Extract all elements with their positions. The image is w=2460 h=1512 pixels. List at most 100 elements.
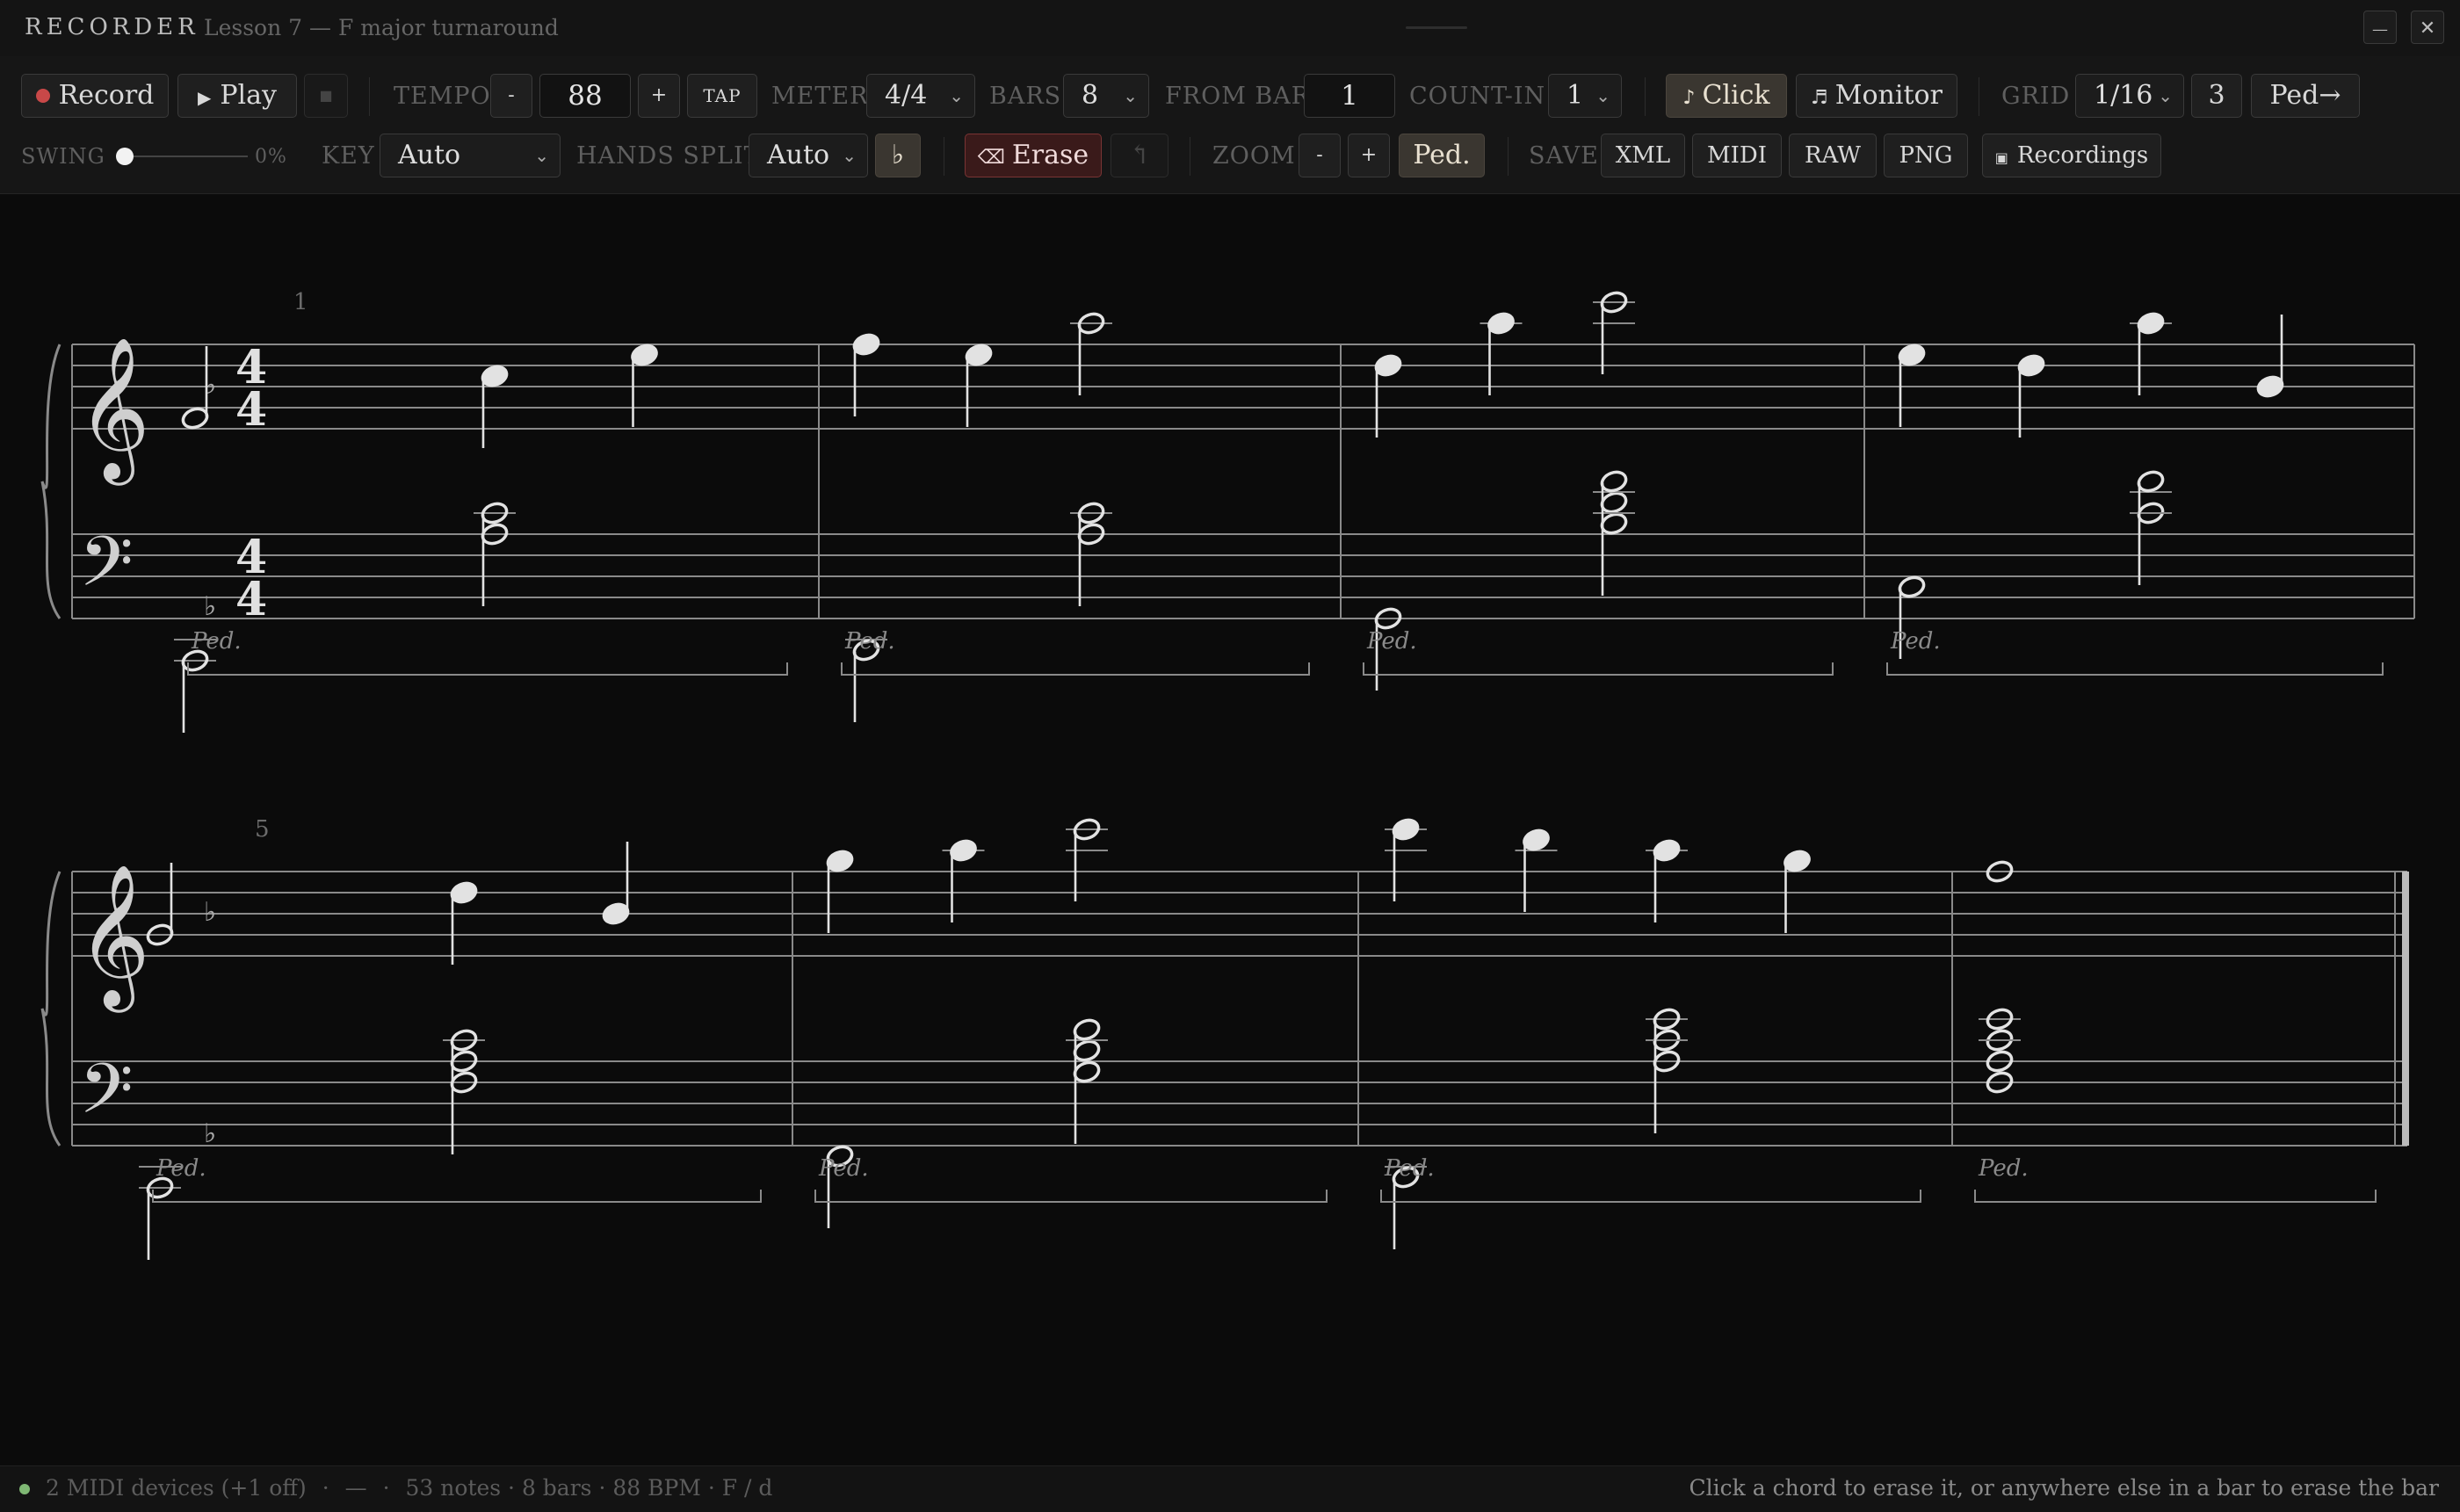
notehead bbox=[1898, 344, 1926, 366]
pedal-bracket bbox=[1886, 662, 2384, 676]
treble-clef-icon: 𝄞 bbox=[77, 336, 150, 486]
stop-button[interactable]: ■ bbox=[304, 74, 348, 118]
save-label: SAVE bbox=[1529, 142, 1599, 170]
measure: Ped. bbox=[1974, 860, 2377, 1203]
notehead bbox=[1073, 1018, 1101, 1041]
score-system: 𝄞𝄢♭♭44441Ped. Ped. Ped. Ped. bbox=[40, 289, 2415, 733]
notehead bbox=[1487, 312, 1515, 335]
from-bar-input[interactable]: 1 bbox=[1304, 74, 1395, 118]
png-label: PNG bbox=[1899, 142, 1953, 169]
window-drag-grip[interactable] bbox=[1406, 26, 1467, 29]
pedal-bracket bbox=[814, 1190, 1328, 1203]
notehead-shape bbox=[1898, 575, 1926, 598]
pedal-bracket bbox=[841, 662, 1310, 676]
midi-devices-status[interactable]: 2 MIDI devices (+1 off) bbox=[46, 1475, 307, 1501]
notehead-shape bbox=[1600, 470, 1628, 493]
minimize-button[interactable]: — bbox=[2363, 11, 2397, 44]
score-canvas[interactable]: 𝄞𝄢♭♭44441Ped. Ped. Ped. Ped.𝄞𝄢♭♭5Ped. Ped. Pe… bbox=[0, 197, 2460, 1462]
key-signature-flat: ♭ bbox=[204, 591, 216, 622]
pedal-forward-label: Ped→ bbox=[2269, 80, 2341, 111]
zoom-out-button[interactable]: - bbox=[1299, 134, 1341, 177]
notehead-shape bbox=[631, 344, 658, 366]
notehead bbox=[852, 333, 880, 356]
tempo-decrease-button[interactable]: - bbox=[490, 74, 532, 118]
hands-split-label: HANDS SPLIT bbox=[576, 142, 761, 170]
notehead-shape bbox=[1487, 312, 1515, 335]
close-button[interactable]: ✕ bbox=[2411, 11, 2444, 44]
count-in-value: 1 bbox=[1566, 80, 1584, 111]
swing-slider-knob[interactable] bbox=[116, 148, 134, 165]
save-midi-button[interactable]: MIDI bbox=[1692, 134, 1782, 177]
save-xml-button[interactable]: XML bbox=[1601, 134, 1685, 177]
swing-value: 0% bbox=[255, 146, 287, 168]
key-signature-flat: ♭ bbox=[204, 1118, 216, 1149]
status-separator: · bbox=[322, 1475, 329, 1501]
swing-slider[interactable] bbox=[119, 156, 248, 157]
notehead-shape bbox=[481, 365, 509, 387]
grid-value: 1/16 bbox=[2094, 80, 2153, 111]
click-toggle[interactable]: ♪ Click bbox=[1666, 74, 1787, 118]
key-signature-flat: ♭ bbox=[204, 897, 216, 928]
measure: Ped. bbox=[841, 312, 1310, 722]
zoom-label: ZOOM bbox=[1212, 142, 1296, 170]
measure: Ped. bbox=[139, 842, 762, 1260]
tuplet-button[interactable]: 3 bbox=[2191, 74, 2242, 118]
status-separator: · bbox=[382, 1475, 390, 1501]
erase-toggle[interactable]: ⌫ Erase bbox=[965, 134, 1102, 177]
notehead-shape bbox=[1653, 839, 1681, 862]
play-button[interactable]: ▶ Play bbox=[177, 74, 297, 118]
play-icon: ▶ bbox=[197, 87, 212, 108]
key-select[interactable]: Auto ⌄ bbox=[380, 134, 561, 177]
tap-label: TAP bbox=[703, 85, 742, 106]
zoom-in-button[interactable]: + bbox=[1348, 134, 1390, 177]
measure: Ped. bbox=[1380, 818, 1921, 1249]
monitor-toggle[interactable]: ♬ Monitor bbox=[1796, 74, 1957, 118]
notehead bbox=[2256, 375, 2284, 398]
bar-number: 1 bbox=[293, 289, 308, 315]
bars-select[interactable]: 8 ⌄ bbox=[1063, 74, 1149, 118]
divider bbox=[1508, 137, 1509, 176]
undo-button[interactable]: ↰ bbox=[1111, 134, 1168, 177]
pedal-marking: Ped. bbox=[1890, 628, 1941, 655]
pedal-bracket bbox=[1974, 1190, 2377, 1203]
save-png-button[interactable]: PNG bbox=[1884, 134, 1968, 177]
measure: Ped. bbox=[814, 818, 1328, 1228]
notehead-shape bbox=[1898, 344, 1926, 366]
notehead bbox=[602, 902, 630, 925]
xml-label: XML bbox=[1615, 142, 1671, 169]
grid-label: GRID bbox=[2001, 83, 2071, 110]
pedal-label: Ped. bbox=[1413, 140, 1471, 170]
monitor-label: Monitor bbox=[1834, 80, 1943, 111]
lesson-title: Lesson 7 — F major turnaround bbox=[204, 15, 559, 40]
recordings-button[interactable]: ▣ Recordings bbox=[1982, 134, 2161, 177]
close-icon: ✕ bbox=[2419, 18, 2436, 40]
notehead-shape bbox=[826, 850, 854, 872]
pedal-marking: Ped. bbox=[1366, 628, 1417, 655]
divider bbox=[1645, 77, 1646, 116]
recordings-icon: ▣ bbox=[1994, 149, 2008, 166]
notehead-shape bbox=[1784, 850, 1811, 872]
recordings-label: Recordings bbox=[2016, 142, 2149, 169]
notehead bbox=[950, 839, 977, 862]
tempo-input[interactable]: 88 bbox=[539, 74, 631, 118]
pedal-bracket bbox=[187, 662, 788, 676]
tap-tempo-button[interactable]: TAP bbox=[687, 74, 757, 118]
flat-toggle[interactable]: ♭ bbox=[875, 134, 921, 177]
tempo-increase-button[interactable]: + bbox=[638, 74, 680, 118]
save-raw-button[interactable]: RAW bbox=[1789, 134, 1877, 177]
record-dot-icon bbox=[35, 89, 50, 103]
notehead bbox=[1600, 491, 1628, 514]
midi-connected-icon bbox=[19, 1484, 30, 1494]
brace bbox=[40, 871, 62, 1147]
plus-icon: + bbox=[650, 84, 668, 106]
hands-split-select[interactable]: Auto ⌄ bbox=[749, 134, 868, 177]
notehead-shape bbox=[1600, 491, 1628, 514]
record-button[interactable]: Record bbox=[21, 74, 169, 118]
count-in-select[interactable]: 1 ⌄ bbox=[1548, 74, 1622, 118]
pedal-toggle[interactable]: Ped. bbox=[1399, 134, 1485, 177]
pedal-forward-button[interactable]: Ped→ bbox=[2251, 74, 2360, 118]
meter-select[interactable]: 4/4 ⌄ bbox=[866, 74, 975, 118]
grid-select[interactable]: 1/16 ⌄ bbox=[2075, 74, 2184, 118]
notehead-shape bbox=[852, 333, 880, 356]
bass-clef-icon: 𝄢 bbox=[79, 1048, 134, 1147]
